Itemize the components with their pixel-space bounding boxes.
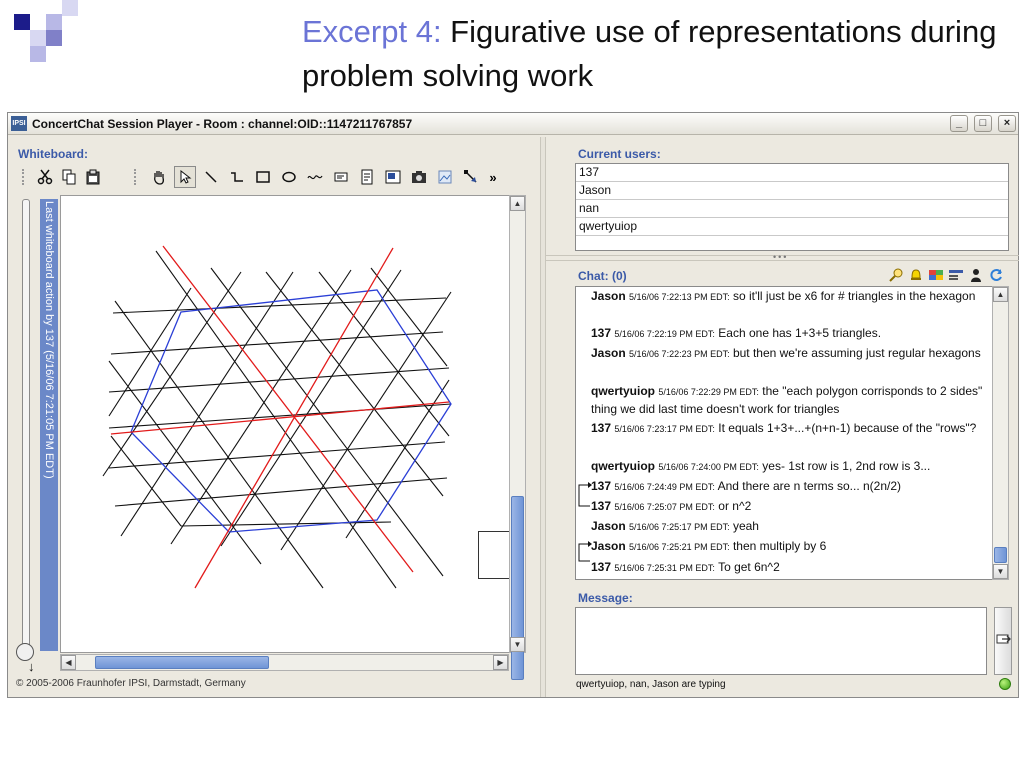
copyright-text: © 2005-2006 Fraunhofer IPSI, Darmstadt, … <box>16 678 246 689</box>
concertchat-window: IPSI ConcertChat Session Player - Room :… <box>7 112 1019 698</box>
chat-scroll-thumb[interactable] <box>994 547 1007 563</box>
chat-message: qwertyuiop 5/16/06 7:24:00 PM EDT: yes- … <box>591 459 931 473</box>
chat-message: Jason 5/16/06 7:25:21 PM EDT: then multi… <box>591 539 827 553</box>
layout-icon[interactable] <box>948 267 964 283</box>
horizontal-scroll-thumb[interactable] <box>95 656 269 669</box>
toolbar-grip[interactable] <box>22 169 26 185</box>
bell-icon[interactable] <box>908 267 924 283</box>
chat-message: qwertyuiop 5/16/06 7:22:29 PM EDT: the "… <box>591 384 983 416</box>
scroll-left-icon[interactable]: ◀ <box>61 655 76 670</box>
window-titlebar[interactable]: IPSI ConcertChat Session Player - Room :… <box>8 113 1018 135</box>
user-item[interactable]: qwertyuiop <box>576 218 1008 236</box>
hand-icon[interactable] <box>148 166 170 188</box>
chat-log: Jason 5/16/06 7:22:13 PM EDT: so it'll j… <box>575 286 993 580</box>
splitter-grip: ••• <box>773 252 789 262</box>
chat-scroll-down-icon[interactable]: ▼ <box>993 564 1008 579</box>
chat-message: 137 5/16/06 7:24:49 PM EDT: And there ar… <box>591 479 902 493</box>
red-axis-lines <box>110 245 450 589</box>
whiteboard-toolbar: » <box>16 164 526 191</box>
minimize-button[interactable]: _ <box>950 115 968 132</box>
connection-status-icon <box>999 678 1011 690</box>
whiteboard-canvas[interactable] <box>60 195 510 653</box>
camera-icon[interactable] <box>408 166 430 188</box>
arrow-tool-icon[interactable] <box>460 166 482 188</box>
more-icon[interactable]: » <box>482 166 504 188</box>
chat-scrollbar[interactable]: ▲ ▼ <box>992 286 1009 580</box>
slide-corner-decoration <box>0 0 80 62</box>
connector-icon[interactable] <box>226 166 248 188</box>
reference-arrow-icon-2 <box>578 541 592 562</box>
hexagon-outline <box>130 289 452 533</box>
whiteboard-label: Whiteboard: <box>18 147 88 161</box>
scroll-down-icon[interactable]: ▼ <box>510 637 525 652</box>
chat-label: Chat: (0) <box>578 269 627 283</box>
maximize-button[interactable]: □ <box>974 115 992 132</box>
scroll-up-icon[interactable]: ▲ <box>510 196 525 211</box>
vertical-scroll-thumb[interactable] <box>511 496 524 680</box>
paste-icon[interactable] <box>82 166 104 188</box>
chat-message: Jason 5/16/06 7:22:13 PM EDT: so it'll j… <box>591 289 976 303</box>
chat-message: Jason 5/16/06 7:25:17 PM EDT: yeah <box>591 519 759 533</box>
chat-message: Jason 5/16/06 7:22:23 PM EDT: but then w… <box>591 346 981 360</box>
note-icon[interactable] <box>356 166 378 188</box>
pointer-icon[interactable] <box>174 166 196 188</box>
last-action-label: Last whiteboard action by 137 (5/16/06 7… <box>43 201 55 479</box>
scroll-right-icon[interactable]: ▶ <box>493 655 508 670</box>
rectangle-icon[interactable] <box>252 166 274 188</box>
message-label: Message: <box>578 591 633 605</box>
search-icon[interactable] <box>888 267 904 283</box>
picture-icon[interactable] <box>434 166 456 188</box>
image-icon[interactable] <box>382 166 404 188</box>
reference-arrow-icon <box>578 482 592 507</box>
freehand-icon[interactable] <box>304 166 326 188</box>
slider-down-arrow-icon[interactable]: ↓ <box>28 659 35 674</box>
offscreen-shape <box>478 531 512 579</box>
canvas-horizontal-scrollbar[interactable]: ◀ ▶ <box>60 654 509 671</box>
user-item[interactable]: 137 <box>576 164 1008 182</box>
copy-icon[interactable] <box>58 166 80 188</box>
send-button[interactable] <box>994 607 1012 675</box>
palette-icon[interactable] <box>928 267 944 283</box>
user-item[interactable]: nan <box>576 200 1008 218</box>
slide-title: Excerpt 4: Figurative use of representat… <box>302 14 997 93</box>
window-title: ConcertChat Session Player - Room : chan… <box>32 117 413 131</box>
cut-icon[interactable] <box>34 166 56 188</box>
vertical-splitter[interactable] <box>540 137 546 697</box>
chat-message: 137 5/16/06 7:25:31 PM EDT: To get 6n^2 <box>591 560 780 574</box>
ellipse-icon[interactable] <box>278 166 300 188</box>
send-icon <box>996 634 1011 644</box>
chat-message: 137 5/16/06 7:23:17 PM EDT: It equals 1+… <box>591 421 977 435</box>
message-input[interactable] <box>575 607 987 675</box>
close-button[interactable]: × <box>998 115 1016 132</box>
app-icon: IPSI <box>11 116 27 131</box>
chat-message: 137 5/16/06 7:25:07 PM EDT: or n^2 <box>591 499 752 513</box>
refresh-icon[interactable] <box>988 267 1004 283</box>
typing-status: qwertyuiop, nan, Jason are typing <box>576 679 726 690</box>
replay-slider[interactable] <box>22 199 30 649</box>
whiteboard-drawing <box>102 245 452 589</box>
user-icon[interactable] <box>968 267 984 283</box>
current-users-list: 137 Jason nan qwertyuiop <box>575 163 1009 251</box>
textbox-icon[interactable] <box>330 166 352 188</box>
user-item[interactable]: Jason <box>576 182 1008 200</box>
toolbar-grip-2[interactable] <box>134 169 138 185</box>
canvas-vertical-scrollbar[interactable]: ▲ ▼ <box>509 195 526 680</box>
current-users-label: Current users: <box>578 147 661 161</box>
chat-message: 137 5/16/06 7:22:19 PM EDT: Each one has… <box>591 326 882 340</box>
line-icon[interactable] <box>200 166 222 188</box>
chat-scroll-up-icon[interactable]: ▲ <box>993 287 1008 302</box>
